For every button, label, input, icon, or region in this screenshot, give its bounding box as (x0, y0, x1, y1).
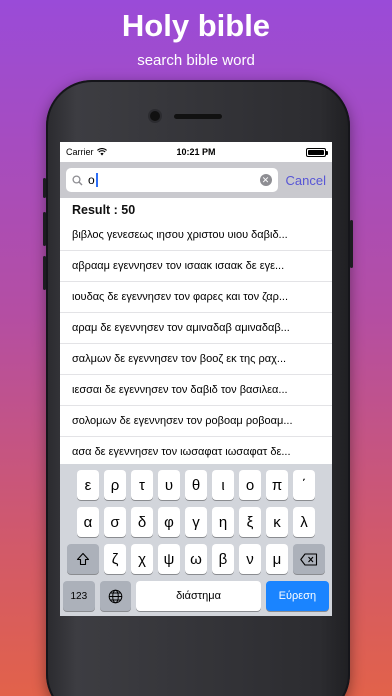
key-zeta[interactable]: ζ (104, 544, 126, 574)
key-psi[interactable]: ψ (158, 544, 180, 574)
key-epsilon[interactable]: ε (77, 470, 99, 500)
space-key[interactable]: διάστημα (136, 581, 261, 611)
key-iota[interactable]: ι (212, 470, 234, 500)
key-xi[interactable]: ξ (239, 507, 261, 537)
shift-icon (76, 552, 90, 566)
list-item[interactable]: βιβλος γενεσεως ιησου χριστου υιου δαβιδ… (60, 220, 332, 251)
result-count: Result : 50 (72, 203, 136, 217)
key-sigma[interactable]: σ (104, 507, 126, 537)
list-item[interactable]: σολομων δε εγεννησεν τον ροβοαμ ροβοαμ..… (60, 406, 332, 437)
key-mu[interactable]: μ (266, 544, 288, 574)
clear-text-icon[interactable]: ✕ (259, 174, 272, 186)
promo-subtitle: search bible word (137, 52, 255, 69)
key-theta[interactable]: θ (185, 470, 207, 500)
key-tau[interactable]: τ (131, 470, 153, 500)
numbers-key[interactable]: 123 (63, 581, 95, 611)
search-input-value: ο (88, 172, 95, 187)
list-item[interactable]: αραμ δε εγεννησεν τον αμιναδαβ αμιναδαβ.… (60, 313, 332, 344)
key-rho[interactable]: ρ (104, 470, 126, 500)
phone-power-button (350, 220, 353, 268)
text-caret (95, 173, 98, 188)
list-item[interactable]: αβρααμ εγεννησεν τον ισαακ ισαακ δε εγε.… (60, 251, 332, 282)
phone-volume-up (43, 212, 46, 246)
status-bar: Carrier 10:21 PM (60, 142, 332, 162)
key-pi[interactable]: π (266, 470, 288, 500)
globe-icon (108, 589, 123, 603)
globe-key[interactable] (99, 581, 132, 611)
search-input[interactable]: ο ✕ (66, 168, 278, 192)
earpiece-speaker (174, 114, 222, 119)
key-tonos[interactable]: ΄ (293, 470, 315, 500)
battery-icon (306, 147, 328, 157)
promo-title: Holy bible (121, 8, 271, 43)
app-screen: Carrier 10:21 PM ο ✕ Cancel Result : 50 … (60, 142, 332, 616)
backspace-icon (300, 552, 318, 566)
key-upsilon[interactable]: υ (158, 470, 180, 500)
status-time: 10:21 PM (176, 147, 216, 157)
shift-key[interactable] (67, 544, 99, 574)
keyboard-row-4: 123 διάστημα Εύρεση (63, 581, 330, 611)
key-omega[interactable]: ω (185, 544, 207, 574)
magnifier-icon (72, 174, 83, 185)
search-input-value-wrap: ο (88, 173, 255, 188)
phone-volume-down (43, 256, 46, 290)
key-beta[interactable]: β (212, 544, 234, 574)
phone-mute-switch (43, 178, 46, 198)
list-item[interactable]: ιουδας δε εγεννησεν τον φαρες και τον ζα… (60, 282, 332, 313)
front-camera (150, 111, 160, 121)
results-list: βιβλος γενεσεως ιησου χριστου υιου δαβιδ… (60, 220, 332, 468)
key-alpha[interactable]: α (77, 507, 99, 537)
key-chi[interactable]: χ (131, 544, 153, 574)
search-bar: ο ✕ Cancel (60, 162, 332, 198)
key-gamma[interactable]: γ (185, 507, 207, 537)
cancel-button[interactable]: Cancel (286, 173, 326, 188)
key-lambda[interactable]: λ (293, 507, 315, 537)
list-item[interactable]: σαλμων δε εγεννησεν τον βοοζ εκ της ραχ.… (60, 344, 332, 375)
key-eta[interactable]: η (212, 507, 234, 537)
key-phi[interactable]: φ (158, 507, 180, 537)
key-omicron[interactable]: ο (239, 470, 261, 500)
keyboard-row-2: α σ δ φ γ η ξ κ λ (63, 507, 329, 537)
key-nu[interactable]: ν (239, 544, 261, 574)
backspace-key[interactable] (293, 544, 325, 574)
search-key[interactable]: Εύρεση (265, 581, 330, 611)
keyboard-row-3: ζ χ ψ ω β ν μ (63, 544, 329, 574)
keyboard-row-1: ε ρ τ υ θ ι ο π ΄ (63, 470, 329, 500)
list-item[interactable]: ιεσσαι δε εγεννησεν τον δαβιδ τον βασιλε… (60, 375, 332, 406)
key-kappa[interactable]: κ (266, 507, 288, 537)
key-delta[interactable]: δ (131, 507, 153, 537)
keyboard: ε ρ τ υ θ ι ο π ΄ α σ δ φ γ η ξ κ λ ζ χ … (60, 464, 332, 616)
